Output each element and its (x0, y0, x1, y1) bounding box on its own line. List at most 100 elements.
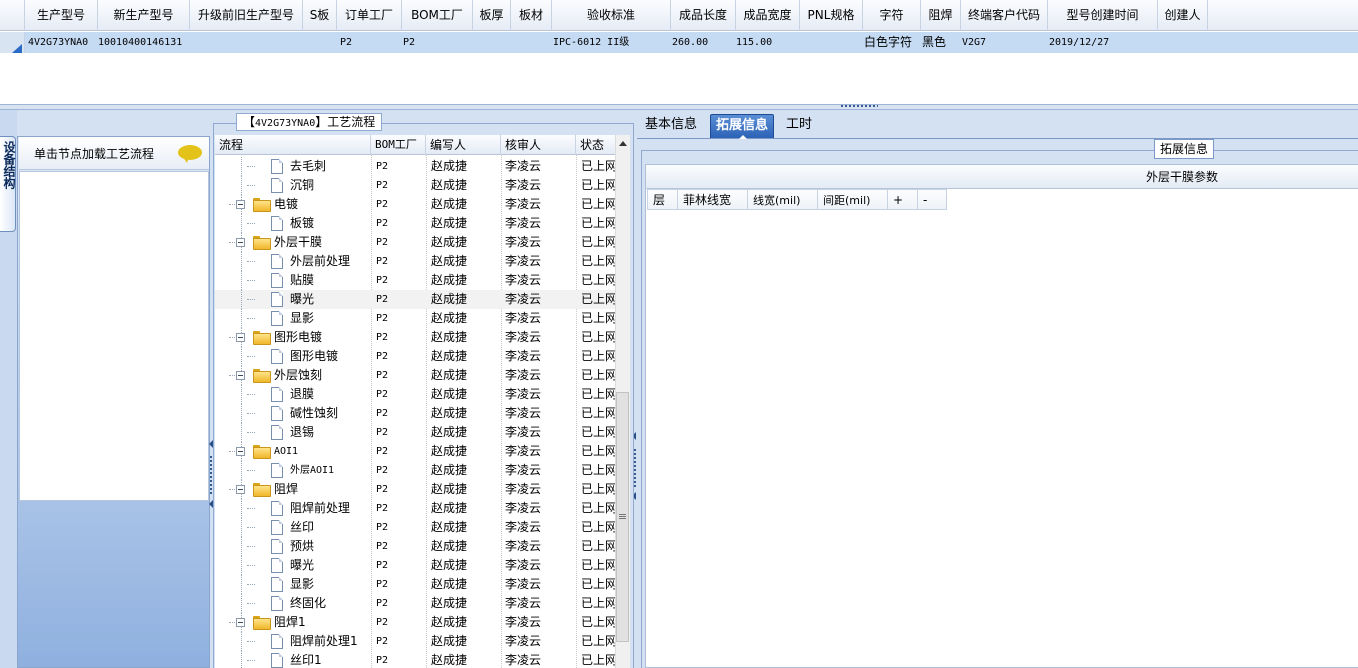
col-header-length[interactable]: 成品长度 (671, 0, 736, 31)
tree-row[interactable]: 曝光 P2 赵成捷 李凌云 已上网 (215, 290, 620, 309)
active-tab-indicator-icon (739, 135, 747, 139)
document-icon (271, 273, 283, 288)
col-header-width[interactable]: 成品宽度 (736, 0, 800, 31)
collapse-toggle-icon[interactable] (236, 371, 245, 380)
tree-row[interactable]: 终固化 P2 赵成捷 李凌云 已上网 (215, 594, 620, 613)
document-icon (271, 463, 283, 478)
collapse-toggle-icon[interactable] (236, 333, 245, 342)
col-header-layer[interactable]: 层 (647, 189, 678, 210)
cell-reviewer: 李凌云 (505, 178, 542, 192)
tree-connector (247, 166, 255, 167)
tree-row[interactable]: 显影 P2 赵成捷 李凌云 已上网 (215, 575, 620, 594)
col-header-bom-factory[interactable]: BOM工厂 (402, 0, 473, 31)
col-header-character[interactable]: 字符 (863, 0, 921, 31)
side-tab-device-structure[interactable]: 设备结构 (0, 136, 16, 232)
cell-status: 已上网 (581, 254, 618, 268)
col-header-standard[interactable]: 验收标准 (552, 0, 671, 31)
col-header-pnl[interactable]: PNL规格 (800, 0, 863, 31)
tree-connector (247, 546, 255, 547)
cell-reviewer: 李凌云 (505, 539, 542, 553)
col-header-reviewer[interactable]: 核审人 (501, 135, 576, 155)
cell-customer-code: V2G7 (962, 37, 987, 48)
cell-writer: 赵成捷 (431, 311, 468, 325)
collapse-toggle-icon[interactable] (236, 447, 245, 456)
tree-row[interactable]: 阻焊前处理 P2 赵成捷 李凌云 已上网 (215, 499, 620, 518)
col-header-solder-mask[interactable]: 阻焊 (921, 0, 961, 31)
tree-row[interactable]: AOI1 P2 赵成捷 李凌云 已上网 (215, 442, 620, 461)
splitter-grip-icon[interactable] (840, 104, 878, 108)
col-header-thickness[interactable]: 板厚 (473, 0, 511, 31)
tree-row[interactable]: 显影 P2 赵成捷 李凌云 已上网 (215, 309, 620, 328)
document-icon (271, 577, 283, 592)
cell-reviewer: 李凌云 (505, 387, 542, 401)
tree-row[interactable]: 外层蚀刻 P2 赵成捷 李凌云 已上网 (215, 366, 620, 385)
col-header-bom[interactable]: BOM工厂 (371, 135, 426, 155)
process-flow-tree-grid[interactable]: 流程 BOM工厂 编写人 核审人 状态 去毛刺 P2 赵成捷 李凌云 已上网 沉铜 P2 赵成… (215, 135, 630, 668)
tree-row[interactable]: 外层前处理 P2 赵成捷 李凌云 已上网 (215, 252, 620, 271)
collapse-toggle-icon[interactable] (236, 485, 245, 494)
collapse-toggle-icon[interactable] (236, 200, 245, 209)
remove-column-button[interactable]: - (918, 189, 947, 210)
tab-basic-info[interactable]: 基本信息 (640, 114, 702, 138)
col-header-created-time[interactable]: 型号创建时间 (1048, 0, 1158, 31)
tree-row[interactable]: 丝印1 P2 赵成捷 李凌云 已上网 (215, 651, 620, 668)
tree-connector (241, 252, 242, 271)
cell-reviewer: 李凌云 (505, 159, 542, 173)
col-header-film-line-width[interactable]: 菲林线宽 (678, 189, 748, 210)
tree-connector (241, 157, 242, 176)
col-header-customer-code[interactable]: 终端客户代码 (961, 0, 1048, 31)
col-header-spacing[interactable]: 间距(mil) (818, 189, 888, 210)
table-row[interactable]: 4V2G73YNA0 10010400146131 P2 P2 IPC-6012… (0, 32, 1358, 53)
col-header-model[interactable]: 生产型号 (25, 0, 98, 31)
tree-row[interactable]: 阻焊前处理1 P2 赵成捷 李凌云 已上网 (215, 632, 620, 651)
tree-row[interactable]: 外层AOI1 P2 赵成捷 李凌云 已上网 (215, 461, 620, 480)
col-header-writer[interactable]: 编写人 (426, 135, 501, 155)
tree-row[interactable]: 退锡 P2 赵成捷 李凌云 已上网 (215, 423, 620, 442)
col-header-line-width[interactable]: 线宽(mil) (748, 189, 818, 210)
collapse-toggle-icon[interactable] (236, 238, 245, 247)
tree-row[interactable]: 碱性蚀刻 P2 赵成捷 李凌云 已上网 (215, 404, 620, 423)
col-header-order-factory[interactable]: 订单工厂 (337, 0, 402, 31)
tree-row[interactable]: 去毛刺 P2 赵成捷 李凌云 已上网 (215, 157, 620, 176)
cell-writer: 赵成捷 (431, 254, 468, 268)
tree-row[interactable]: 图形电镀 P2 赵成捷 李凌云 已上网 (215, 347, 620, 366)
tree-row[interactable]: 外层干膜 P2 赵成捷 李凌云 已上网 (215, 233, 620, 252)
extended-info-grid[interactable] (645, 164, 1358, 668)
cell-bom-factory: P2 (376, 598, 389, 609)
tree-row[interactable]: 沉铜 P2 赵成捷 李凌云 已上网 (215, 176, 620, 195)
cell-reviewer: 李凌云 (505, 349, 542, 363)
add-column-button[interactable]: + (888, 189, 918, 210)
document-icon (271, 520, 283, 535)
tree-row[interactable]: 贴膜 P2 赵成捷 李凌云 已上网 (215, 271, 620, 290)
tree-row[interactable]: 丝印 P2 赵成捷 李凌云 已上网 (215, 518, 620, 537)
speech-bubble-icon[interactable] (178, 145, 202, 163)
node-tree[interactable] (19, 171, 209, 501)
tree-connector (241, 461, 242, 480)
tree-row[interactable]: 阻焊1 P2 赵成捷 李凌云 已上网 (215, 613, 620, 632)
tree-row[interactable]: 曝光 P2 赵成捷 李凌云 已上网 (215, 556, 620, 575)
tree-row[interactable]: 退膜 P2 赵成捷 李凌云 已上网 (215, 385, 620, 404)
col-header-old-model[interactable]: 升级前旧生产型号 (190, 0, 303, 31)
document-icon (271, 596, 283, 611)
col-header-s-board[interactable]: S板 (303, 0, 337, 31)
col-header-creator[interactable]: 创建人 (1158, 0, 1208, 31)
cell-reviewer: 李凌云 (505, 463, 542, 477)
cell-writer: 赵成捷 (431, 387, 468, 401)
tree-connector (247, 318, 255, 319)
tree-row[interactable]: 图形电镀 P2 赵成捷 李凌云 已上网 (215, 328, 620, 347)
tree-connector (247, 394, 255, 395)
cell-reviewer: 李凌云 (505, 197, 542, 211)
tree-row[interactable]: 阻焊 P2 赵成捷 李凌云 已上网 (215, 480, 620, 499)
cell-reviewer: 李凌云 (505, 330, 542, 344)
col-header-material[interactable]: 板材 (511, 0, 552, 31)
tree-row[interactable]: 电镀 P2 赵成捷 李凌云 已上网 (215, 195, 620, 214)
tab-work-hours[interactable]: 工时 (781, 114, 817, 138)
tree-row[interactable]: 板镀 P2 赵成捷 李凌云 已上网 (215, 214, 620, 233)
scroll-up-arrow-icon[interactable] (619, 141, 627, 146)
collapse-toggle-icon[interactable] (236, 618, 245, 627)
cell-writer: 赵成捷 (431, 273, 468, 287)
tree-row[interactable]: 预烘 P2 赵成捷 李凌云 已上网 (215, 537, 620, 556)
col-header-new-model[interactable]: 新生产型号 (98, 0, 190, 31)
cell-writer: 赵成捷 (431, 197, 468, 211)
col-header-flow[interactable]: 流程 (215, 135, 371, 155)
